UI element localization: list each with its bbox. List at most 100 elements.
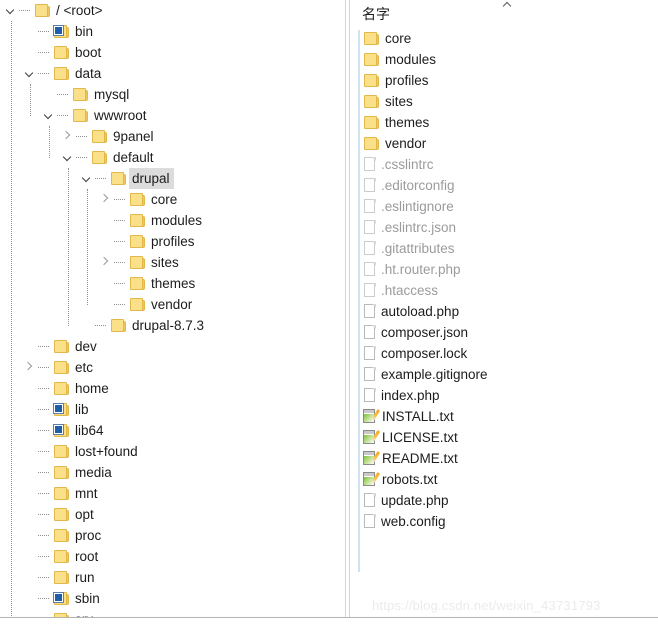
chevron-down-icon[interactable] [42, 105, 57, 126]
tree-item[interactable]: modules [0, 210, 340, 231]
tree-connector [114, 189, 129, 210]
tree-item[interactable]: srv [0, 609, 340, 617]
tree-item[interactable]: data [0, 63, 340, 84]
directory-tree-pane[interactable]: / <root> bin boot data mysql wwwroot 9panel def… [0, 0, 340, 617]
file-list-pane[interactable]: 名字 core modules profiles sites themes vendor.… [352, 0, 658, 617]
file-icon [363, 345, 378, 362]
tree-item[interactable]: lost+found [0, 441, 340, 462]
tree-item[interactable]: mnt [0, 483, 340, 504]
tree-item[interactable]: boot [0, 42, 340, 63]
tree-item-label: boot [75, 45, 102, 60]
list-item[interactable]: update.php [352, 490, 658, 511]
list-item[interactable]: INSTALL.txt [352, 406, 658, 427]
chevron-down-icon[interactable] [23, 63, 38, 84]
tree-item-label: mysql [94, 87, 130, 102]
chevron-right-icon[interactable] [99, 252, 114, 273]
list-item-label: index.php [381, 388, 440, 403]
tree-item[interactable]: default [0, 147, 340, 168]
tree-item[interactable]: root [0, 546, 340, 567]
chevron-down-icon[interactable] [61, 147, 76, 168]
list-item[interactable]: vendor [352, 133, 658, 154]
list-item-label: core [385, 31, 412, 46]
list-item-label: update.php [381, 493, 449, 508]
list-item[interactable]: .eslintignore [352, 196, 658, 217]
chevron-right-icon[interactable] [23, 357, 38, 378]
tree-connector [38, 504, 53, 525]
list-item[interactable]: README.txt [352, 448, 658, 469]
tree-connector [95, 168, 110, 189]
tree-item[interactable]: run [0, 567, 340, 588]
list-item[interactable]: .eslintrc.json [352, 217, 658, 238]
list-item[interactable]: web.config [352, 511, 658, 532]
tree-item[interactable]: core [0, 189, 340, 210]
file-icon [363, 282, 378, 299]
tree-item[interactable]: sites [0, 252, 340, 273]
list-item[interactable]: index.php [352, 385, 658, 406]
tree-item[interactable]: drupal [0, 168, 340, 189]
list-item-label: web.config [381, 514, 446, 529]
tree-item-label: drupal-8.7.3 [132, 318, 205, 333]
folder-shortcut-icon [53, 591, 70, 606]
chevron-right-icon[interactable] [61, 126, 76, 147]
window-bottom-border [0, 617, 658, 618]
tree-item[interactable]: 9panel [0, 126, 340, 147]
list-item[interactable]: modules [352, 49, 658, 70]
chevron-down-icon[interactable] [80, 168, 95, 189]
list-item[interactable]: composer.json [352, 322, 658, 343]
list-item[interactable]: .ht.router.php [352, 259, 658, 280]
list-item[interactable]: autoload.php [352, 301, 658, 322]
list-item[interactable]: sites [352, 91, 658, 112]
list-item[interactable]: profiles [352, 70, 658, 91]
tree-item[interactable]: dev [0, 336, 340, 357]
tree-item[interactable]: proc [0, 525, 340, 546]
tree-item[interactable]: vendor [0, 294, 340, 315]
list-item[interactable]: LICENSE.txt [352, 427, 658, 448]
tree-connector [68, 168, 70, 326]
chevron-up-icon[interactable] [503, 2, 512, 8]
tree-item-label: lost+found [75, 444, 138, 459]
list-item-label: composer.lock [381, 346, 468, 361]
tree-connector [19, 0, 34, 21]
folder-icon [91, 129, 108, 144]
list-item[interactable]: .gitattributes [352, 238, 658, 259]
folder-icon [53, 570, 70, 585]
tree-connector [38, 546, 53, 567]
tree-item-label: opt [75, 507, 94, 522]
file-icon [363, 366, 378, 383]
tree-item[interactable]: profiles [0, 231, 340, 252]
chevron-down-icon[interactable] [4, 0, 19, 21]
tree-item[interactable]: themes [0, 273, 340, 294]
list-item[interactable]: example.gitignore [352, 364, 658, 385]
tree-item[interactable]: media [0, 462, 340, 483]
list-item-label: .gitattributes [381, 241, 455, 256]
chevron-right-icon[interactable] [99, 189, 114, 210]
tree-item[interactable]: opt [0, 504, 340, 525]
folder-icon [129, 192, 146, 207]
tree-connector [38, 399, 53, 420]
list-item[interactable]: core [352, 28, 658, 49]
list-item[interactable]: .csslintrc [352, 154, 658, 175]
tree-item[interactable]: etc [0, 357, 340, 378]
pane-divider-right[interactable] [349, 0, 350, 617]
tree-item[interactable]: / <root> [0, 0, 340, 21]
list-item[interactable]: composer.lock [352, 343, 658, 364]
tree-item[interactable]: lib64 [0, 420, 340, 441]
tree-item[interactable]: bin [0, 21, 340, 42]
list-item[interactable]: robots.txt [352, 469, 658, 490]
tree-item[interactable]: home [0, 378, 340, 399]
list-item[interactable]: themes [352, 112, 658, 133]
folder-icon [53, 465, 70, 480]
tree-item[interactable]: wwwroot [0, 105, 340, 126]
tree-item[interactable]: sbin [0, 588, 340, 609]
list-item[interactable]: .htaccess [352, 280, 658, 301]
tree-item[interactable]: drupal-8.7.3 [0, 315, 340, 336]
tree-item[interactable]: mysql [0, 84, 340, 105]
list-item[interactable]: .editorconfig [352, 175, 658, 196]
tree-item[interactable]: lib [0, 399, 340, 420]
list-item-label: composer.json [381, 325, 469, 340]
